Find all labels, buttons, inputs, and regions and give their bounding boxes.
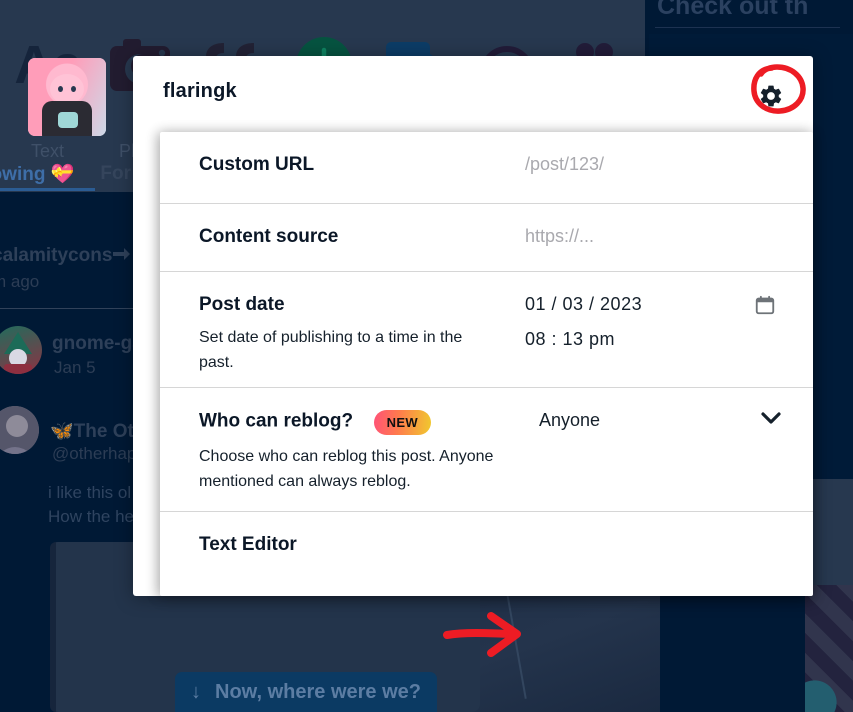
row-custom-url-left: Custom URL	[180, 132, 525, 203]
gear-icon-glyph	[760, 85, 782, 107]
post-date-description: Set date of publishing to a time in the …	[199, 329, 463, 371]
who-can-reblog-label: Who can reblog?	[199, 410, 354, 432]
new-badge: NEW	[373, 410, 432, 435]
row-custom-url[interactable]: Custom URL /post/123/	[160, 132, 813, 204]
custom-url-input[interactable]: /post/123/	[525, 154, 793, 175]
post-date-label: Post date	[199, 294, 285, 315]
row-text-editor-left: Text Editor	[180, 512, 525, 596]
right-sidebar-header: Check out th	[657, 0, 809, 20]
row-post-date-left: Post date Set date of publishing to a ti…	[180, 272, 525, 387]
row-post-date: Post date Set date of publishing to a ti…	[160, 272, 813, 388]
post-body-line: How the he	[48, 507, 134, 526]
tab-for-you[interactable]: For	[100, 163, 131, 185]
row-post-date-right: 01 / 03 / 2023 08 : 13 pm	[525, 272, 793, 387]
row-content-source-left: Content source	[180, 204, 525, 271]
row-content-source-right: https://...	[525, 204, 793, 271]
content-source-label: Content source	[199, 226, 339, 247]
list-item-name: gnome-ga	[52, 333, 143, 354]
post-settings-sheet: Custom URL /post/123/ Content source htt…	[160, 132, 813, 596]
who-can-reblog-header: Who can reblog? NEW	[199, 410, 525, 435]
row-text-editor-right: Rich text Rich text HTML Markdown	[525, 512, 793, 596]
list-item-avatar	[0, 326, 42, 374]
post-time-value[interactable]: 08 : 13 pm	[525, 329, 793, 350]
tab-following[interactable]: llowing 💝	[0, 162, 74, 186]
list-item-sub: @otherhap	[52, 444, 137, 463]
list-item-sub: Jan 5	[54, 358, 96, 377]
calendar-icon-glyph	[755, 295, 775, 315]
reblog-author: calamitycons	[0, 245, 113, 266]
row-who-can-reblog-right[interactable]: Anyone	[525, 388, 793, 511]
down-arrow-icon: ↓	[191, 680, 201, 703]
post-date-value[interactable]: 01 / 03 / 2023	[525, 294, 793, 315]
row-text-editor: Text Editor Rich text Rich text HTML Mar…	[160, 512, 813, 596]
avatar	[28, 58, 106, 136]
list-item-name: 🦋The Oth	[50, 421, 146, 442]
chevron-down-icon-glyph	[761, 412, 781, 424]
tab-underline	[0, 188, 95, 191]
custom-url-label: Custom URL	[199, 154, 315, 175]
reblog-time: m ago	[0, 272, 40, 291]
who-can-reblog-description: Choose who can reblog this post. Anyone …	[199, 448, 494, 490]
who-can-reblog-value[interactable]: Anyone	[539, 410, 793, 431]
resume-reading-button[interactable]: ↓ Now, where were we?	[175, 672, 437, 712]
chevron-down-icon[interactable]	[761, 412, 781, 430]
post-body-line: i like this ol	[48, 483, 132, 502]
text-editor-label: Text Editor	[199, 534, 297, 555]
calendar-icon[interactable]	[754, 294, 776, 321]
row-custom-url-right: /post/123/	[525, 132, 793, 203]
reblog-icon	[113, 248, 130, 260]
row-content-source[interactable]: Content source https://...	[160, 204, 813, 272]
screen: Aa hi!	[0, 0, 853, 712]
list-item-avatar	[0, 406, 39, 454]
content-source-input[interactable]: https://...	[525, 226, 793, 247]
row-who-can-reblog: Who can reblog? NEW Choose who can reblo…	[160, 388, 813, 512]
row-who-can-reblog-left: Who can reblog? NEW Choose who can reblo…	[180, 388, 525, 511]
blog-name-title: flaringk	[163, 80, 237, 102]
gear-icon[interactable]	[750, 75, 792, 117]
resume-reading-label: Now, where were we?	[215, 680, 421, 703]
